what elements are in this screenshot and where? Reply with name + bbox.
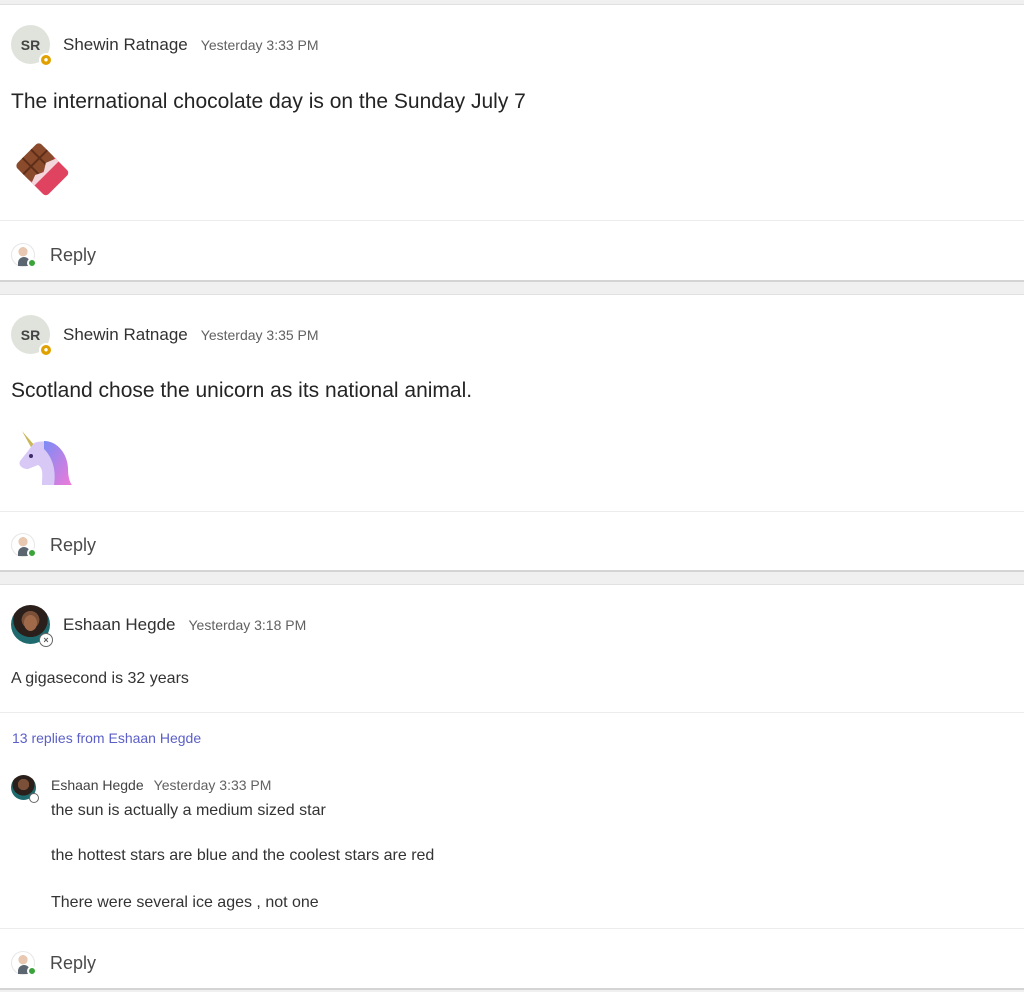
- reply-label: Reply: [50, 534, 97, 555]
- timestamp: Yesterday 3:18 PM: [188, 616, 307, 633]
- reply-button[interactable]: Reply: [11, 951, 97, 976]
- divider: [0, 928, 1024, 929]
- message-body: A gigasecond is 32 years: [11, 670, 189, 687]
- avatar-initials: SR: [20, 36, 41, 53]
- timestamp: Yesterday 3:33 PM: [200, 36, 319, 53]
- message-card: SR ● Shewin Ratnage Yesterday 3:35 PM Sc…: [0, 294, 1024, 572]
- author-name[interactable]: Shewin Ratnage: [63, 35, 188, 55]
- thread-message: There were several ice ages , not one: [51, 894, 319, 911]
- offline-status-icon: ×: [39, 633, 53, 647]
- avatar[interactable]: SR ●: [11, 315, 53, 357]
- divider: [0, 712, 1024, 713]
- away-status-icon: ●: [39, 343, 53, 357]
- message-header: SR ● Shewin Ratnage Yesterday 3:35 PM: [11, 315, 319, 357]
- offline-status-icon: [29, 793, 39, 803]
- thread-avatar[interactable]: [11, 775, 39, 803]
- online-status-icon: [27, 258, 37, 268]
- current-user-avatar: [11, 533, 37, 558]
- thread-author[interactable]: Eshaan Hegde: [51, 777, 144, 793]
- message-header: SR ● Shewin Ratnage Yesterday 3:33 PM: [11, 25, 319, 67]
- message-card: SR ● Shewin Ratnage Yesterday 3:33 PM Th…: [0, 4, 1024, 282]
- online-status-icon: [27, 966, 37, 976]
- online-status-icon: [27, 548, 37, 558]
- author-name[interactable]: Eshaan Hegde: [63, 615, 175, 635]
- chocolate-bar-icon: [16, 143, 69, 196]
- thread-header: Eshaan Hegde Yesterday 3:33 PM: [51, 777, 271, 793]
- current-user-avatar: [11, 243, 37, 268]
- thread-timestamp: Yesterday 3:33 PM: [153, 777, 272, 793]
- avatar[interactable]: SR ●: [11, 25, 53, 67]
- message-subject: Scotland chose the unicorn as its nation…: [11, 379, 473, 402]
- reply-label: Reply: [50, 244, 97, 265]
- current-user-avatar: [11, 951, 37, 976]
- thread-message: the hottest stars are blue and the coole…: [51, 847, 435, 864]
- avatar-initials: SR: [20, 326, 41, 343]
- message-card: × Eshaan Hegde Yesterday 3:18 PM A gigas…: [0, 584, 1024, 990]
- thread-message: the sun is actually a medium sized star: [51, 802, 326, 819]
- message-subject: The international chocolate day is on th…: [11, 90, 526, 113]
- divider: [0, 511, 1024, 512]
- unicorn-icon: [19, 431, 72, 485]
- replies-link[interactable]: 13 replies from Eshaan Hegde: [12, 730, 201, 746]
- reply-button[interactable]: Reply: [11, 243, 97, 268]
- reply-button[interactable]: Reply: [11, 533, 97, 558]
- divider: [0, 220, 1024, 221]
- reply-label: Reply: [50, 952, 97, 973]
- avatar[interactable]: ×: [11, 605, 53, 647]
- message-header: × Eshaan Hegde Yesterday 3:18 PM: [11, 605, 307, 647]
- timestamp: Yesterday 3:35 PM: [200, 326, 319, 343]
- away-status-icon: ●: [39, 53, 53, 67]
- author-name[interactable]: Shewin Ratnage: [63, 325, 188, 345]
